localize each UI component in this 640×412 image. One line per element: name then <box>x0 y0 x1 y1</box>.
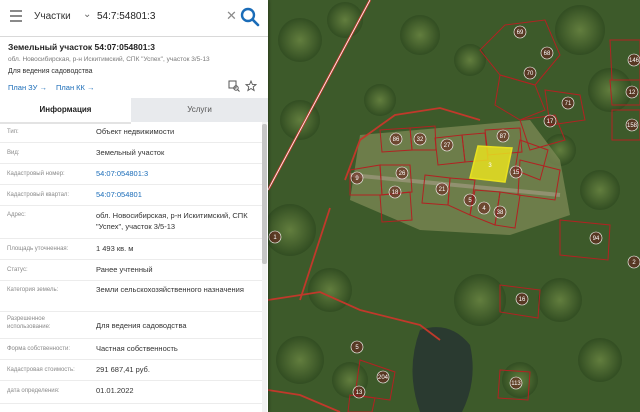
detail-label: Кадастровый номер: <box>7 171 65 177</box>
plot-number-label: 21 <box>439 187 446 193</box>
search-bar: Участки ⌄ 54:7:54801:3 ✕ <box>0 0 268 37</box>
detail-value: 1 493 кв. м <box>96 244 134 253</box>
plan-zu-link[interactable]: План ЗУ → <box>8 83 47 92</box>
search-icon[interactable] <box>237 3 263 31</box>
detail-label: Вид: <box>7 150 20 156</box>
object-subtitle: обл. Новосибирская, р-н Искитимский, СПК… <box>8 56 210 63</box>
detail-label: Разрешенное использование: <box>7 316 51 330</box>
detail-label: Статус: <box>7 267 28 273</box>
plot-number-label: 68 <box>544 51 551 57</box>
detail-row: Статус: Ранее учтенный <box>0 260 262 281</box>
detail-row: Разрешенное использование: Для ведения с… <box>0 312 262 339</box>
plot-number-label: 86 <box>393 137 400 143</box>
pond <box>412 327 473 412</box>
detail-label: Площадь уточненная: <box>7 246 69 252</box>
scrollbar-thumb[interactable] <box>262 124 267 264</box>
plot-number-label: 158 <box>627 123 638 129</box>
detail-row: Кадастровый номер: 54:07:054801:3 <box>0 164 262 185</box>
detail-value: 291 687,41 руб. <box>96 365 150 374</box>
detail-label: Кадастровая стоимость: <box>7 367 75 373</box>
plot-number-label: 146 <box>629 58 640 64</box>
detail-row: Кадастровая стоимость: 291 687,41 руб. <box>0 360 262 381</box>
star-icon[interactable] <box>245 80 257 92</box>
cadastral-number-link[interactable]: 54:07:054801:3 <box>96 168 258 179</box>
search-input[interactable]: 54:7:54801:3 <box>97 11 155 22</box>
hamburger-menu-icon[interactable] <box>10 10 22 24</box>
detail-label: Форма собственности: <box>7 346 71 352</box>
detail-value: обл. Новосибирская, р-н Искитимский, СПК… <box>96 211 248 231</box>
plot-number-label: 70 <box>527 71 534 77</box>
detail-row: Тип: Объект недвижимости <box>0 122 262 143</box>
detail-row: дата определения: 01.01.2022 <box>0 381 262 404</box>
info-panel: Участки ⌄ 54:7:54801:3 ✕ Земельный участ… <box>0 0 268 412</box>
detail-label: Категория земель: <box>7 287 59 293</box>
detail-row: Вид: Земельный участок <box>0 143 262 164</box>
detail-label: Кадастровый квартал: <box>7 192 70 198</box>
scrollbar[interactable] <box>262 122 267 412</box>
plot-number-label: 12 <box>629 90 636 96</box>
detail-value: 01.01.2022 <box>96 386 134 395</box>
cadastral-quarter-link[interactable]: 54:07:054801 <box>96 189 258 200</box>
zoom-to-object-icon[interactable] <box>228 80 240 92</box>
detail-row: Категория земель: Земли сельскохозяйстве… <box>0 281 262 312</box>
plot-number-label: 18 <box>392 190 399 196</box>
tab-services[interactable]: Услуги <box>131 98 268 122</box>
detail-value: Для ведения садоводства <box>96 321 187 330</box>
tab-information[interactable]: Информация <box>0 98 131 124</box>
plot-number-label: 17 <box>547 119 554 125</box>
detail-value: Земельный участок <box>96 148 165 157</box>
plot-number-label: 113 <box>511 381 521 387</box>
detail-value: Частная собственность <box>96 344 178 353</box>
plot-number-label: 204 <box>378 375 389 381</box>
object-title: Земельный участок 54:07:054801:3 <box>8 42 156 52</box>
plot-number-label: 13 <box>356 390 363 396</box>
detail-row: Площадь уточненная: 1 493 кв. м <box>0 239 262 260</box>
detail-row: Адрес: обл. Новосибирская, р-н Искитимск… <box>0 206 262 239</box>
plot-number-label: 16 <box>519 297 526 303</box>
plan-kk-link[interactable]: План КК → <box>56 83 95 92</box>
details-table: Тип: Объект недвижимости Вид: Земельный … <box>0 122 262 404</box>
detail-label: дата определения: <box>7 388 60 394</box>
detail-label: Адрес: <box>7 212 26 218</box>
plot-number-label: 32 <box>417 137 424 143</box>
detail-value: Ранее учтенный <box>96 265 153 274</box>
detail-row: Кадастровый квартал: 54:07:054801 <box>0 185 262 206</box>
chevron-down-icon[interactable]: ⌄ <box>83 9 91 20</box>
plot-number-label: 69 <box>517 30 524 36</box>
plot-number-label: 27 <box>444 143 451 149</box>
plot-number-label: 94 <box>593 236 600 242</box>
plot-number-label: 15 <box>513 170 520 176</box>
tab-bar: Информация Услуги <box>0 98 268 124</box>
search-type-select[interactable]: Участки <box>34 11 71 22</box>
object-usage: Для ведения садоводства <box>8 68 93 75</box>
detail-value: Земли сельскохозяйственного назначения <box>96 285 244 294</box>
plot-number-label: 26 <box>399 171 406 177</box>
detail-row: Форма собственности: Частная собственнос… <box>0 339 262 360</box>
close-icon[interactable]: ✕ <box>226 9 237 23</box>
detail-value: Объект недвижимости <box>96 127 175 136</box>
object-header: Земельный участок 54:07:054801:3 обл. Но… <box>0 36 268 96</box>
plot-number-label: 38 <box>497 210 504 216</box>
plot-number-label: 87 <box>500 134 507 140</box>
detail-label: Тип: <box>7 129 19 135</box>
plot-number-label: 71 <box>565 101 572 107</box>
